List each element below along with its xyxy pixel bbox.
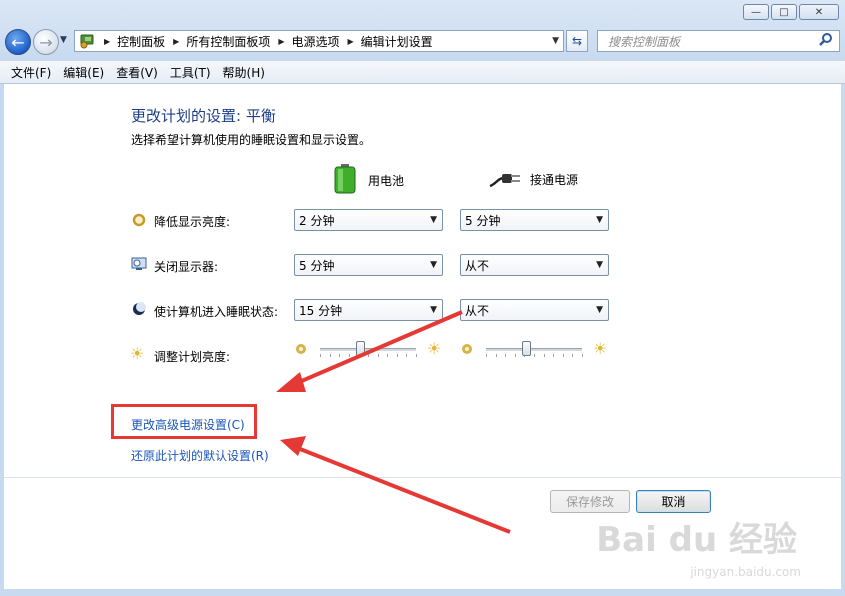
annotation-arrow	[294, 445, 511, 534]
annotation-arrows	[276, 310, 511, 534]
annotation-arrowhead	[280, 436, 306, 456]
annotation-arrowhead	[276, 372, 306, 392]
annotation-arrow	[289, 310, 463, 388]
window: — □ ✕ ← → ▼ ▶ 控制面板 ▶ 所有控制面板项 ▶ 电源选项 ▶ 编辑计划设置…	[0, 0, 845, 596]
